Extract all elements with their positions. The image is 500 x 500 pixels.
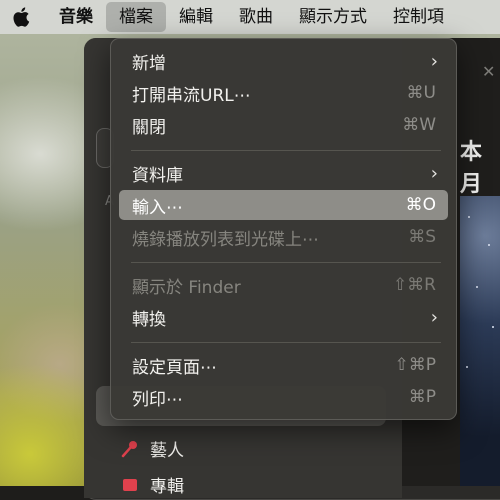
menu-item-label: 打開串流URL⋯ <box>132 85 251 106</box>
shortcut-label: ⌘U <box>406 83 436 103</box>
shortcut-label: ⇧⌘P <box>394 355 437 375</box>
close-icon[interactable]: ✕ <box>482 62 495 81</box>
star-decoration <box>492 326 494 328</box>
shortcut-label: ⌘P <box>408 387 436 407</box>
menubar-item-edit[interactable]: 編輯 <box>166 2 226 32</box>
menu-item-label: 轉換 <box>132 309 166 330</box>
menu-item-burn-playlist: 燒錄播放列表到光碟上⋯ ⌘S <box>119 222 448 252</box>
menubar-item-song[interactable]: 歌曲 <box>226 2 286 32</box>
menu-item-show-in-finder: 顯示於 Finder ⇧⌘R <box>119 270 448 300</box>
menu-item-label: 輸入⋯ <box>132 197 183 218</box>
shortcut-label: ⌘O <box>405 195 436 215</box>
shortcut-label: ⇧⌘R <box>392 275 436 295</box>
star-decoration <box>488 244 490 246</box>
album-icon <box>123 478 137 491</box>
menu-item-label: 新增 <box>132 53 166 74</box>
chevron-right-icon: › <box>430 50 438 72</box>
menubar-item-view[interactable]: 顯示方式 <box>286 2 380 32</box>
sidebar-item-albums[interactable]: 專輯 <box>120 472 184 497</box>
content-title: 本月 <box>460 140 483 197</box>
menu-item-close[interactable]: 關閉 ⌘W <box>119 110 448 140</box>
sidebar-item-artists[interactable]: 藝人 <box>120 436 184 461</box>
menu-item-label: 設定頁面⋯ <box>132 357 217 378</box>
apple-logo-icon[interactable] <box>12 6 32 28</box>
menubar-item-music[interactable]: 音樂 <box>46 2 106 32</box>
menu-item-label: 列印⋯ <box>132 389 183 410</box>
menu-separator <box>131 150 441 151</box>
sidebar-item-label: 專輯 <box>150 477 184 497</box>
shortcut-label: ⌘S <box>408 227 436 247</box>
menu-item-import[interactable]: 輸入⋯ ⌘O <box>119 190 448 220</box>
menu-item-label: 燒錄播放列表到光碟上⋯ <box>132 229 319 250</box>
menubar-item-file[interactable]: 檔案 <box>106 2 166 32</box>
menu-bar: 音樂 檔案 編輯 歌曲 顯示方式 控制項 <box>0 0 500 34</box>
microphone-icon <box>121 440 137 457</box>
menu-separator <box>131 342 441 343</box>
album-artwork[interactable] <box>460 196 500 486</box>
menu-item-library[interactable]: 資料庫 › <box>119 158 448 188</box>
menu-item-open-stream-url[interactable]: 打開串流URL⋯ ⌘U <box>119 78 448 108</box>
menu-item-label: 顯示於 Finder <box>132 277 241 298</box>
menu-item-page-setup[interactable]: 設定頁面⋯ ⇧⌘P <box>119 350 448 380</box>
menu-separator <box>131 262 441 263</box>
file-menu: 新增 › 打開串流URL⋯ ⌘U 關閉 ⌘W 資料庫 › 輸入⋯ ⌘O 燒錄播放… <box>110 38 457 420</box>
star-decoration <box>466 366 468 368</box>
menu-item-label: 資料庫 <box>132 165 183 186</box>
star-decoration <box>476 286 478 288</box>
shortcut-label: ⌘W <box>402 115 436 135</box>
menu-item-convert[interactable]: 轉換 › <box>119 302 448 332</box>
sidebar-item-label: 藝人 <box>150 441 184 461</box>
chevron-right-icon: › <box>430 306 438 328</box>
star-decoration <box>468 216 470 218</box>
menu-item-new[interactable]: 新增 › <box>119 46 448 76</box>
chevron-right-icon: › <box>430 162 438 184</box>
menu-item-print[interactable]: 列印⋯ ⌘P <box>119 382 448 412</box>
menu-item-label: 關閉 <box>132 117 166 138</box>
menubar-item-controls[interactable]: 控制項 <box>380 2 457 32</box>
